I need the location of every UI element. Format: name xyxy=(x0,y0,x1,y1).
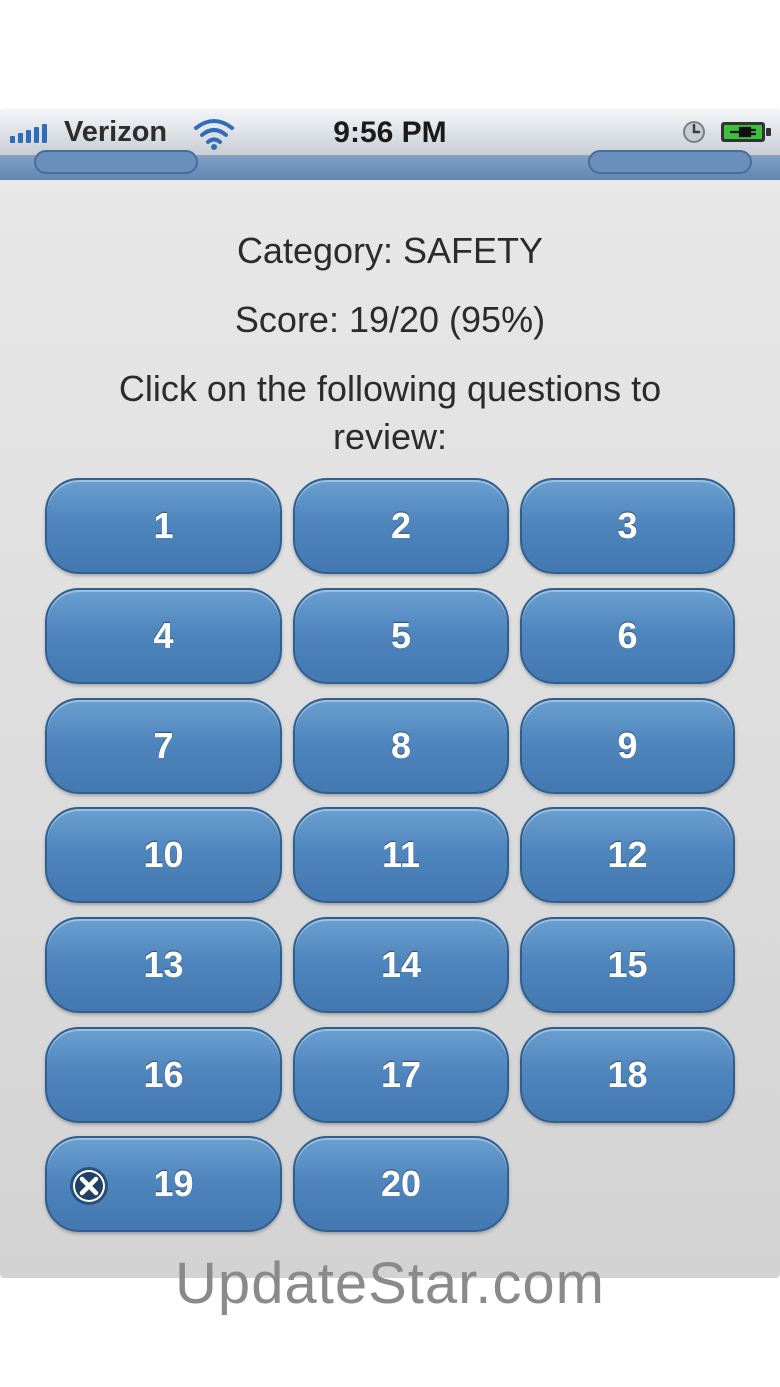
navigation-bar xyxy=(0,150,780,180)
question-button[interactable]: 3 xyxy=(520,478,735,574)
question-button-incorrect[interactable]: 19 xyxy=(45,1136,282,1232)
question-button[interactable]: 9 xyxy=(520,698,735,794)
watermark-text: UpdateStar.com xyxy=(175,1251,605,1316)
question-button[interactable]: 2 xyxy=(293,478,509,574)
app-screen: Verizon 9:56 PM Category: SAFETY Score: … xyxy=(0,108,780,1278)
nav-back-button[interactable] xyxy=(34,150,198,174)
question-button[interactable]: 14 xyxy=(293,917,509,1013)
x-circle-icon xyxy=(70,1167,108,1205)
question-button[interactable]: 16 xyxy=(45,1027,282,1123)
question-button[interactable]: 17 xyxy=(293,1027,509,1123)
question-button[interactable]: 20 xyxy=(293,1136,509,1232)
question-button[interactable]: 11 xyxy=(293,807,509,903)
question-button[interactable]: 1 xyxy=(45,478,282,574)
question-button[interactable]: 5 xyxy=(293,588,509,684)
clock-icon xyxy=(683,121,705,143)
instruction-text-line2: review: xyxy=(332,416,448,457)
question-button[interactable]: 12 xyxy=(520,807,735,903)
question-button[interactable]: 6 xyxy=(520,588,735,684)
question-button[interactable]: 7 xyxy=(45,698,282,794)
status-time: 9:56 PM xyxy=(333,116,447,149)
score-label: Score: 19/20 (95%) xyxy=(234,299,546,340)
battery-charging-icon xyxy=(721,122,771,142)
question-button[interactable]: 10 xyxy=(45,807,282,903)
status-bar: Verizon 9:56 PM xyxy=(0,108,780,156)
nav-right-button[interactable] xyxy=(588,150,752,174)
question-button[interactable]: 13 xyxy=(45,917,282,1013)
question-button[interactable]: 15 xyxy=(520,917,735,1013)
category-label: Category: SAFETY xyxy=(236,230,544,271)
question-button[interactable]: 18 xyxy=(520,1027,735,1123)
question-button[interactable]: 8 xyxy=(293,698,509,794)
instruction-text-line1: Click on the following questions to xyxy=(118,368,662,409)
question-button[interactable]: 4 xyxy=(45,588,282,684)
